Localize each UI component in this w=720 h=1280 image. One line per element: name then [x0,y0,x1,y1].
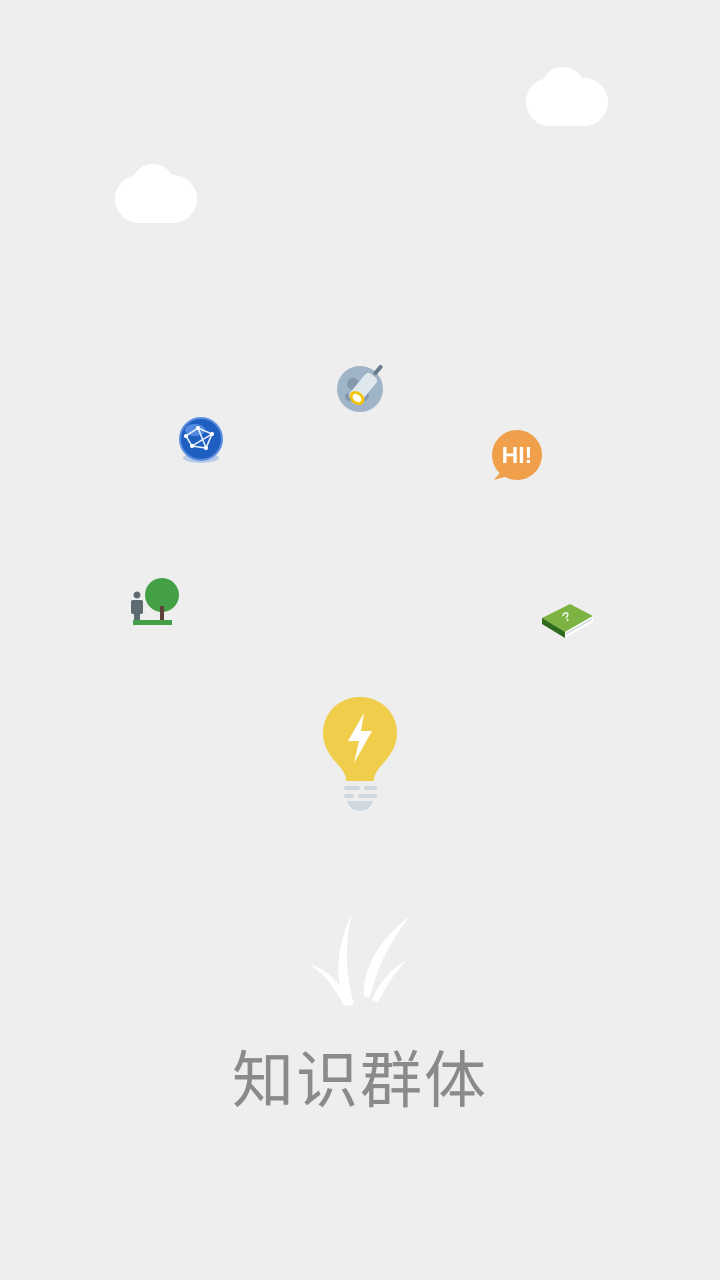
globe-network-icon[interactable] [178,416,224,466]
cloud-icon [115,163,197,223]
tree-person-icon[interactable] [128,576,182,628]
splash-screen: HI! ? 知识群体 [0,0,720,1280]
telescope-icon[interactable] [334,362,388,416]
cloud-icon [526,66,608,126]
app-name: 知识群体 [231,1044,488,1117]
lightbulb-lightning-icon[interactable] [320,695,400,813]
grass-logo-icon [306,910,414,1010]
question-book-icon[interactable]: ? [540,598,594,640]
hi-chat-icon[interactable]: HI! [490,430,544,482]
hi-bubble-text: HI! [502,442,533,468]
